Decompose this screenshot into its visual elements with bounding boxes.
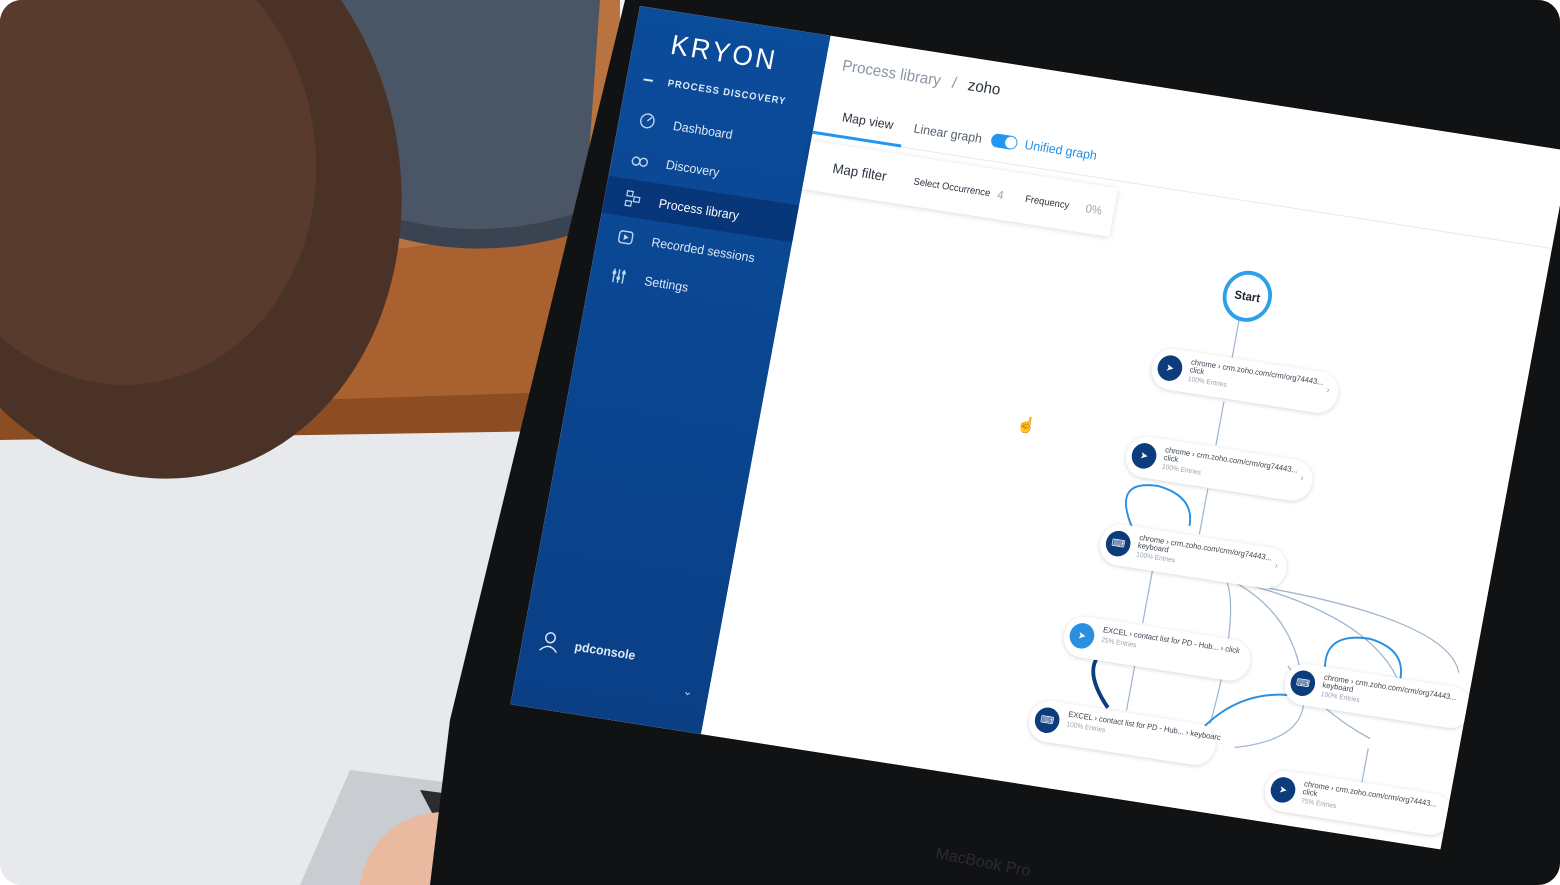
photo-background: KRYON PROCESS DISCOVERY Dashboard Discov… xyxy=(0,0,1560,885)
macbook-label: MacBook Pro xyxy=(934,845,1032,880)
laptop-label-layer: MacBook Pro xyxy=(934,845,1032,880)
